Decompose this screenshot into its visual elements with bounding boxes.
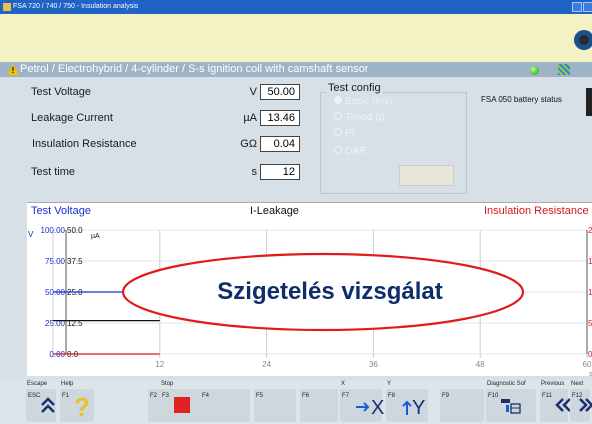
function-key-label: Help [61, 381, 74, 387]
svg-text:Y: Y [412, 397, 425, 416]
radio-pi[interactable]: PI [334, 128, 354, 139]
question-mark-icon: ? [74, 392, 90, 422]
radio-timed-label: Timed (t) [345, 112, 385, 123]
overlay-caption: Szigetelés vizsgálat [135, 252, 525, 332]
chart-resistance-tick-label: 0.0 [588, 350, 592, 359]
close-button[interactable] [583, 2, 592, 12]
function-key-label: Diagnostic Sof [487, 381, 526, 387]
minimize-button[interactable] [572, 2, 582, 12]
function-key-label: Previous [541, 381, 565, 387]
leakage-current-value: 13.46 [260, 110, 300, 126]
chart-x-tick-label: 60 [583, 360, 592, 369]
function-key-number: F10 [488, 393, 499, 399]
leakage-current-unit: µA [243, 112, 257, 124]
radio-pi-label: PI [345, 128, 355, 139]
test-config-title: Test config [326, 82, 383, 94]
connection-status-icon [558, 64, 570, 75]
window-title: FSA 720 / 740 / 750 - Insulation analysi… [13, 3, 139, 10]
svg-text:X: X [371, 397, 384, 416]
chart-resistance-tick-label: 200.0 [588, 226, 592, 235]
chart-resistance-tick-label: 100.0 [588, 288, 592, 297]
double-chevron-up-icon [40, 396, 56, 419]
title-bar: FSA 720 / 740 / 750 - Insulation analysi… [0, 0, 592, 14]
function-key-number: ESC [28, 393, 41, 399]
function-key-number: F2 [150, 393, 158, 399]
insulation-resistance-unit: GΩ [240, 138, 257, 150]
app-icon [3, 3, 11, 11]
chart-voltage-tick-label: 75.00 [45, 257, 66, 266]
chart-x-tick-label: 36 [369, 360, 378, 369]
radio-basic-label: Basic (Ins) [345, 96, 393, 107]
chart-leakage-tick-label: 50.0 [67, 226, 83, 235]
radio-icon [334, 128, 342, 136]
function-key-number: F3 [162, 393, 170, 399]
function-key-number: F7 [342, 393, 350, 399]
chart-x-tick-label: 24 [262, 360, 271, 369]
test-time-label: Test time [31, 166, 76, 178]
function-key-label: Stop [161, 381, 174, 387]
chart-resistance-tick-label: 50.0 [588, 319, 592, 328]
radio-timed[interactable]: Timed (t) [334, 112, 385, 123]
double-chevron-right-icon [578, 396, 592, 419]
test-config-value-box[interactable] [399, 165, 454, 186]
overlay-caption-text: Szigetelés vizsgálat [217, 278, 443, 305]
radio-dar-label: DAR [345, 146, 367, 157]
test-voltage-value: 50.00 [260, 84, 300, 100]
chart-x-tick-label: 12 [155, 360, 164, 369]
function-key-label: Y [387, 381, 392, 387]
function-key-number: F5 [256, 393, 264, 399]
radio-icon [334, 146, 342, 154]
insulation-resistance-value: 0.04 [260, 136, 300, 152]
function-key-label: Escape [27, 381, 48, 387]
battery-status-icon [586, 88, 592, 116]
warning-exclamation: ! [11, 66, 15, 75]
vehicle-breadcrumb: Petrol / Electrohybrid / 4-cylinder / S-… [20, 63, 369, 75]
radio-basic-ins[interactable]: Basic (Ins) [334, 96, 392, 107]
chart-leakage-unit: µA [91, 233, 100, 240]
test-voltage-label: Test Voltage [31, 86, 91, 98]
chart-resistance-tick-label: 150.0 [588, 257, 592, 266]
function-key-number: F11 [542, 393, 552, 399]
insulation-resistance-label: Insulation Resistance [32, 138, 137, 150]
leakage-current-label: Leakage Current [31, 112, 113, 124]
function-key-number: F6 [302, 393, 310, 399]
stop-square-icon [174, 396, 190, 413]
function-key-label: Next [571, 381, 584, 387]
function-key-number: F1 [62, 393, 70, 399]
chart-leakage-tick-label: 37.5 [67, 257, 83, 266]
test-time-unit: s [251, 166, 258, 178]
chart-x-tick-label: 48 [476, 360, 485, 369]
diagnostic-software-icon [500, 396, 522, 419]
y-cursor-icon: Y [400, 396, 434, 421]
radio-icon [334, 112, 342, 120]
info-bar [0, 14, 592, 62]
chart-voltage-tick-label: 100.00 [41, 226, 66, 235]
x-cursor-icon: X [354, 396, 388, 421]
test-time-value: 12 [260, 164, 300, 180]
radio-selected-icon [334, 96, 342, 104]
function-key-number: F8 [388, 393, 396, 399]
chart-voltage-unit: V [28, 230, 34, 239]
test-voltage-unit: V [249, 86, 257, 98]
function-key-number: F9 [442, 393, 450, 399]
battery-status-label: FSA 050 battery status [481, 95, 562, 104]
globe-inner-icon [579, 35, 589, 45]
function-key-number: F4 [202, 393, 210, 399]
function-key-label: X [341, 381, 346, 387]
radio-dar[interactable]: DAR [334, 146, 366, 157]
status-led-icon [530, 66, 539, 75]
